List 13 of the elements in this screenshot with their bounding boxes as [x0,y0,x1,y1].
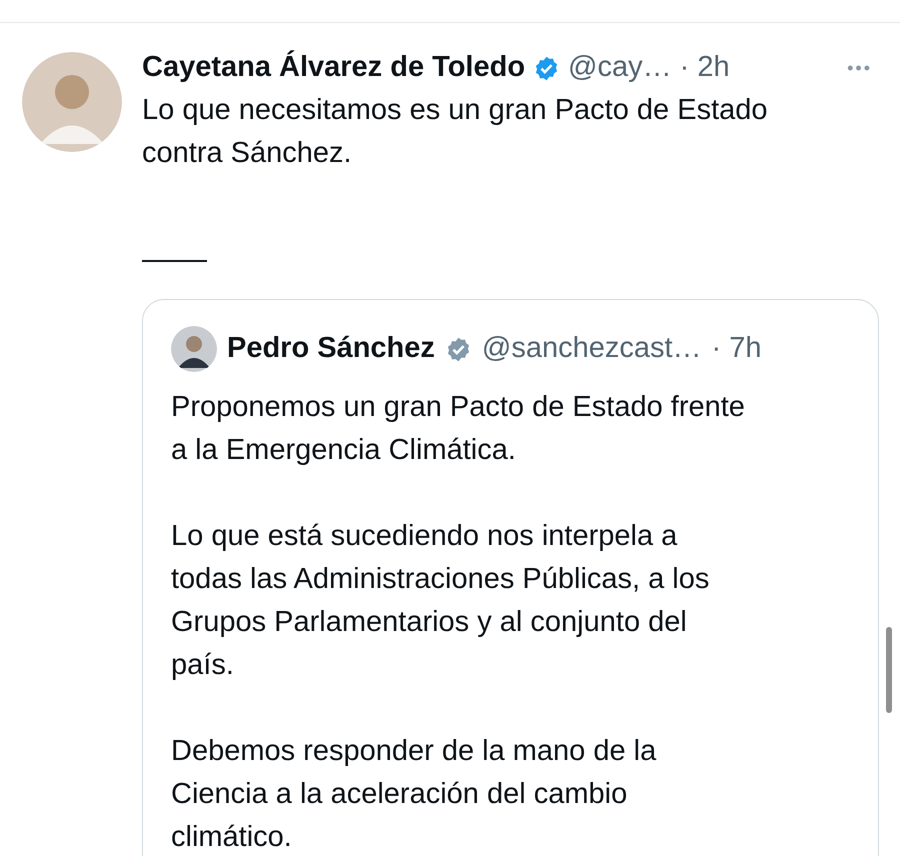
quoted-post-paragraph: Proponemos un gran Pacto de Estado frente a la Emergencia Climática. [171,390,746,468]
quoted-post-paragraph: Lo que está sucediendo nos interpela a todas las Administraciones Públicas, a los Grupos Parlamentarios y al conjunto del país. [171,519,710,683]
quoted-post-card[interactable] [142,299,879,856]
handle-text[interactable]: @cay… [568,46,672,90]
post-time: · 7h [712,331,762,366]
handle-text: @sanchezcast… [482,331,702,366]
author-name[interactable]: Cayetana Álvarez de Toledo [142,46,526,90]
post-text: Lo que necesitamos es un gran Pacto de Estado contra Sánchez. [142,93,769,171]
quoted-post-paragraph: Debemos responder de la mano de la Ciencia a la aceleración del cambio climático. [171,734,658,855]
avatar[interactable] [171,326,217,372]
scrollbar-thumb[interactable] [886,627,892,713]
author-name: Pedro Sánchez [227,331,435,366]
post-time: · 2h [680,50,730,86]
